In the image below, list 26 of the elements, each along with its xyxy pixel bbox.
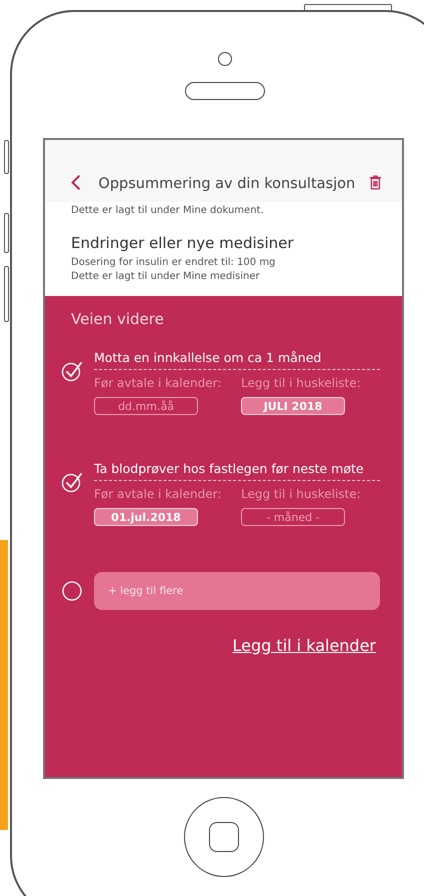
screen-title: Oppsummering av din konsultasjon xyxy=(98,176,356,192)
add-more-field[interactable]: + legg til flere xyxy=(94,572,380,610)
home-button[interactable] xyxy=(184,797,264,877)
empty-circle-icon[interactable] xyxy=(61,580,83,602)
add-to-calendar-link[interactable]: Legg til i kalender xyxy=(232,636,376,655)
check-circle-icon[interactable] xyxy=(61,471,83,493)
field-label: Før avtale i kalender: xyxy=(94,487,222,501)
field-label: Legg til i huskeliste: xyxy=(241,487,362,501)
task-title: Ta blodprøver hos fastlegen før neste møte xyxy=(94,461,380,481)
back-icon[interactable] xyxy=(71,173,80,192)
panel-title: Veien videre xyxy=(71,310,165,328)
trash-icon[interactable] xyxy=(369,173,382,192)
month-field[interactable]: JULI 2018 xyxy=(241,397,345,415)
speaker-icon xyxy=(185,82,265,100)
check-circle-icon[interactable] xyxy=(61,360,83,382)
medicine-note: Dosering for insulin er endret til: 100 mg xyxy=(71,256,276,270)
section-title: Endringer eller nye medisiner xyxy=(71,234,295,252)
intro-text: Dette er lagt til under Mine dokument. xyxy=(71,204,265,218)
date-field[interactable]: dd.mm.åå xyxy=(94,397,198,415)
field-label: Før avtale i kalender: xyxy=(94,376,222,390)
camera-icon xyxy=(218,52,232,66)
task-title: Motta en innkallelse om ca 1 måned xyxy=(94,350,380,370)
month-field[interactable]: - måned - xyxy=(241,508,345,526)
field-label: Legg til i huskeliste: xyxy=(241,376,362,390)
medicine-note: Dette er lagt til under Mine medisiner xyxy=(71,270,261,284)
date-field[interactable]: 01.jul.2018 xyxy=(94,508,198,526)
